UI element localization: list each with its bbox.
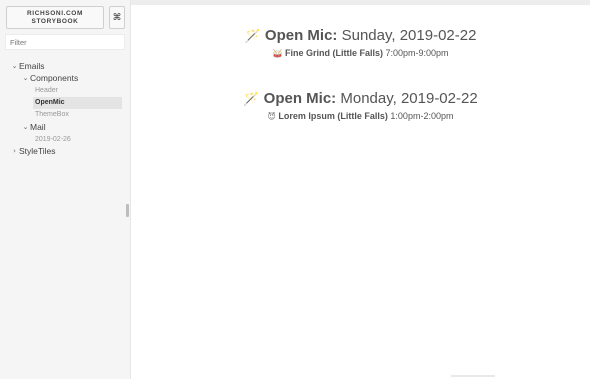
event-heading: 🪄 Open Mic: Monday, 2019-02-22 <box>131 90 590 109</box>
event-label: Open Mic: <box>263 90 337 107</box>
tree-item-label: Components <box>30 73 79 84</box>
drum-icon: 🥁 <box>272 49 283 58</box>
sidebar-resize-handle[interactable] <box>126 204 129 217</box>
brand-title-line1: RICHSONI.COM <box>27 9 83 17</box>
preview-bottom-divider <box>451 375 495 377</box>
event-venue: Lorem Ipsum (Little Falls) <box>278 111 388 121</box>
storybook-app: RICHSONI.COM STORYBOOK ⌘ ⌄ Emails ⌄ Comp… <box>0 0 590 379</box>
tree-item-emails[interactable]: ⌄ Emails <box>0 60 131 72</box>
story-item-openmic[interactable]: OpenMic <box>33 96 122 109</box>
story-item-mail-date[interactable]: 2019-02-26 <box>0 133 131 145</box>
story-item-label: ThemeBox <box>35 111 69 119</box>
story-item-label: 2019-02-26 <box>35 135 71 143</box>
face-icon: 😈 <box>267 112 276 121</box>
event-time: 7:00pm-9:00pm <box>385 48 449 58</box>
event-label: Open Mic: <box>264 27 338 44</box>
chevron-down-icon: ⌄ <box>22 74 29 83</box>
tree-item-label: Mail <box>30 122 46 133</box>
tree-item-mail[interactable]: ⌄ Mail <box>0 121 131 133</box>
tree-item-components[interactable]: ⌄ Components <box>0 72 131 84</box>
event-details: 🥁 Fine Grind (Little Falls) 7:00pm-9:00p… <box>131 47 590 60</box>
magic-wand-icon: 🪄 <box>244 29 261 44</box>
story-item-themebox[interactable]: ThemeBox <box>0 109 131 121</box>
tree-item-label: Emails <box>19 61 45 72</box>
story-item-label: OpenMic <box>35 99 65 107</box>
chevron-down-icon: ⌄ <box>22 123 29 132</box>
brand-title-line2: STORYBOOK <box>31 17 79 25</box>
event-heading: 🪄 Open Mic: Sunday, 2019-02-22 <box>131 27 590 46</box>
brand-link[interactable]: RICHSONI.COM STORYBOOK <box>6 6 104 29</box>
story-item-header[interactable]: Header <box>0 84 131 96</box>
event-entry: 🪄 Open Mic: Monday, 2019-02-22 😈 Lorem I… <box>131 90 590 123</box>
chevron-right-icon: › <box>13 147 16 156</box>
event-time: 1:00pm-2:00pm <box>390 111 454 121</box>
tree-item-label: StyleTiles <box>19 146 56 157</box>
preview-top-bar <box>131 0 590 5</box>
event-date: Monday, 2019-02-22 <box>340 90 478 107</box>
magic-wand-icon: 🪄 <box>243 92 260 107</box>
keyboard-shortcuts-button[interactable]: ⌘ <box>109 6 125 29</box>
sidebar: RICHSONI.COM STORYBOOK ⌘ ⌄ Emails ⌄ Comp… <box>0 0 131 379</box>
event-venue: Fine Grind (Little Falls) <box>284 48 383 58</box>
event-date: Sunday, 2019-02-22 <box>341 27 477 44</box>
preview-pane: 🪄 Open Mic: Sunday, 2019-02-22 🥁 Fine Gr… <box>131 0 590 379</box>
event-entry: 🪄 Open Mic: Sunday, 2019-02-22 🥁 Fine Gr… <box>131 27 590 60</box>
command-icon: ⌘ <box>112 12 122 23</box>
tree-item-styletiles[interactable]: › StyleTiles <box>0 145 131 157</box>
stories-tree: ⌄ Emails ⌄ Components Header OpenMic The… <box>0 60 131 158</box>
story-item-label: Header <box>35 86 58 94</box>
filter-input[interactable] <box>5 34 125 50</box>
event-details: 😈 Lorem Ipsum (Little Falls) 1:00pm-2:00… <box>131 110 590 123</box>
chevron-down-icon: ⌄ <box>11 62 18 71</box>
